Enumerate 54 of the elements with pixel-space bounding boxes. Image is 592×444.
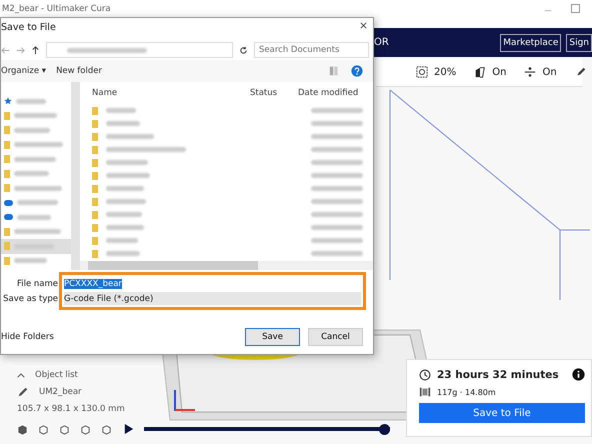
- infill-icon: [416, 66, 428, 78]
- layer-slider[interactable]: [144, 424, 390, 434]
- up-arrow-icon[interactable]: [31, 46, 40, 54]
- support-icon: [474, 66, 486, 78]
- setting-value: On: [492, 66, 506, 78]
- close-icon[interactable]: [360, 22, 367, 29]
- cube-view-icon[interactable]: [80, 424, 91, 435]
- cube-view-icon[interactable]: [38, 424, 49, 435]
- back-arrow-icon[interactable]: [1, 46, 10, 54]
- header-button[interactable]: Marketplace: [500, 34, 562, 52]
- column-header[interactable]: Date modified: [298, 88, 358, 98]
- dialog-button[interactable]: Cancel: [308, 328, 363, 346]
- object-list-label[interactable]: Object list: [35, 370, 78, 380]
- dialog-title: Save to File: [1, 22, 56, 35]
- save-as-type-dropdown[interactable]: G-code File (*.gcode): [64, 292, 361, 305]
- toolbar-button[interactable]: New folder: [56, 66, 102, 76]
- filament-icon: [419, 386, 431, 398]
- minimize-icon[interactable]: [545, 10, 551, 12]
- caret-icon[interactable]: [17, 372, 25, 378]
- clock-icon: [419, 368, 431, 380]
- window-title: M2_bear - Ultimaker Cura: [2, 4, 112, 14]
- play-icon[interactable]: [124, 423, 134, 435]
- object-dimensions: 105.7 x 98.1 x 130.0 mm: [17, 404, 125, 414]
- header-button[interactable]: Sign: [566, 34, 592, 52]
- adhesion-icon: [524, 66, 536, 78]
- save-as-type-label: Save as type: [3, 294, 58, 304]
- star-icon: [4, 97, 12, 106]
- column-header[interactable]: Status: [250, 88, 298, 98]
- search-field[interactable]: Search Documents: [254, 42, 369, 58]
- toolbar-button[interactable]: Organize ▾: [1, 66, 46, 76]
- dialog-button[interactable]: Save: [245, 328, 300, 346]
- setting-value: On: [542, 66, 557, 78]
- cube-view-icon[interactable]: [59, 424, 70, 435]
- stage-label[interactable]: OR: [374, 37, 500, 48]
- cube-view-icon[interactable]: [17, 424, 28, 435]
- pencil-icon: [17, 386, 29, 398]
- cube-view-icon[interactable]: [101, 424, 112, 435]
- pencil-icon[interactable]: [574, 66, 587, 78]
- help-icon[interactable]: [351, 65, 363, 77]
- file-name-label: File name: [16, 279, 58, 289]
- maximize-icon[interactable]: [571, 4, 580, 13]
- save-to-file-button[interactable]: Save to File: [419, 403, 585, 423]
- object-name: UM2_bear: [39, 387, 82, 397]
- scrollbar[interactable]: [80, 261, 373, 270]
- material-usage: 117g · 14.80m: [437, 388, 496, 396]
- refresh-icon[interactable]: [239, 46, 248, 54]
- forward-arrow-icon[interactable]: [16, 46, 25, 54]
- scrollbar[interactable]: [71, 82, 80, 270]
- info-icon[interactable]: [572, 368, 585, 381]
- print-time: 23 hours 32 minutes: [437, 368, 560, 380]
- column-header[interactable]: Name: [80, 88, 250, 98]
- hide-folders-toggle[interactable]: Hide Folders: [1, 332, 54, 342]
- address-bar[interactable]: [46, 42, 233, 58]
- setting-value: 20%: [434, 66, 456, 78]
